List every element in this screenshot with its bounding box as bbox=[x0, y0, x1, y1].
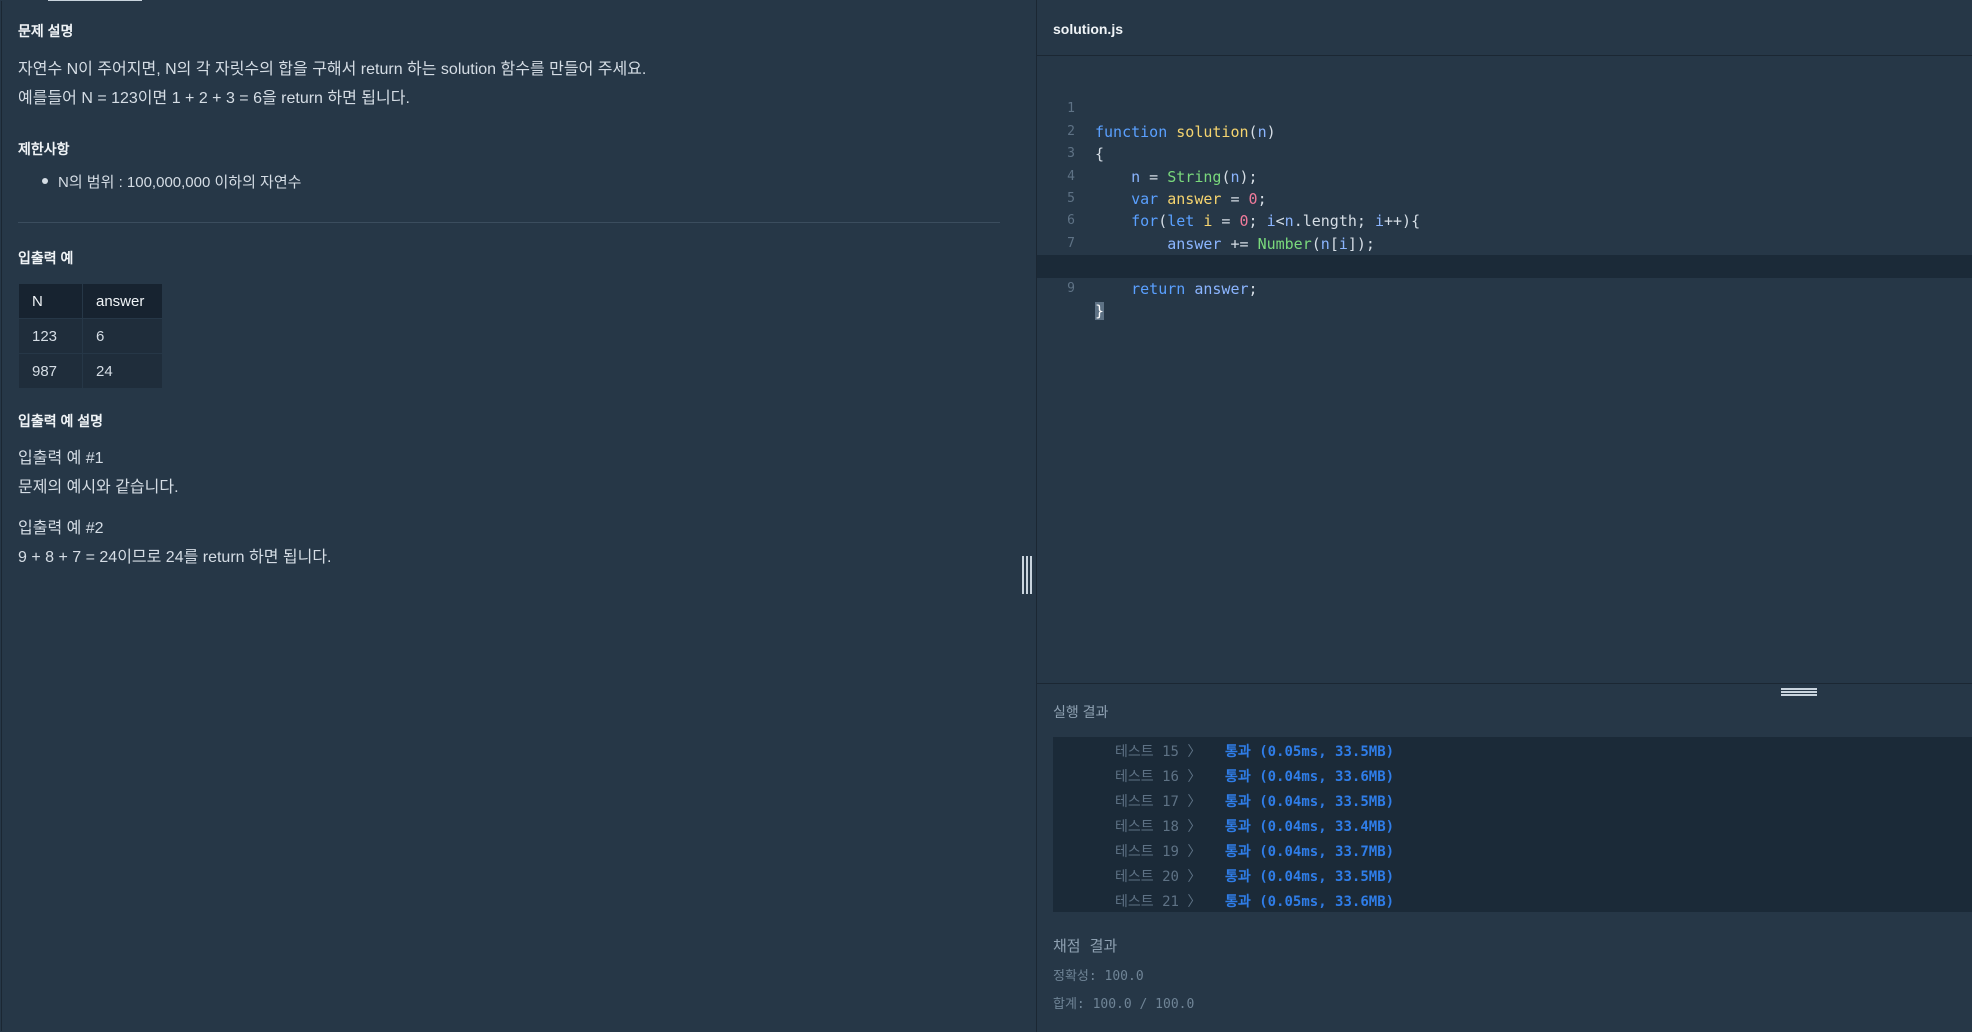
code-line[interactable]: 4 var answer = 0; bbox=[1037, 143, 1972, 208]
example-2-desc: 9 + 8 + 7 = 24이므로 24를 return 하면 됩니다. bbox=[18, 549, 332, 566]
constraint-item: N의 범위 : 100,000,000 이하의 자연수 bbox=[42, 171, 301, 192]
test-result: 통과 (0.04ms, 33.5MB) bbox=[1225, 794, 1395, 810]
panel-resize-handle[interactable] bbox=[1022, 556, 1032, 594]
list-item: 테스트 20 〉 통과 (0.04ms, 33.5MB) bbox=[1053, 865, 1972, 890]
file-name: solution.js bbox=[1053, 21, 1123, 37]
list-item: 테스트 18 〉 통과 (0.04ms, 33.4MB) bbox=[1053, 815, 1972, 840]
result-console[interactable]: 테스트 15 〉 통과 (0.05ms, 33.5MB) 테스트 16 〉 통과 (… bbox=[1053, 737, 1972, 912]
test-result: 통과 (0.04ms, 33.5MB) bbox=[1225, 869, 1395, 885]
test-result: 통과 (0.05ms, 33.5MB) bbox=[1225, 744, 1395, 760]
test-label: 테스트 15 〉 bbox=[1115, 744, 1202, 760]
example-1-desc: 문제의 예시와 같습니다. bbox=[18, 479, 179, 496]
example-1-title: 입출력 예 #1 bbox=[18, 450, 104, 467]
test-label: 테스트 20 〉 bbox=[1115, 869, 1202, 885]
score-section: 채점 결과 정확성: 100.0 합계: 100.0 / 100.0 bbox=[1053, 935, 1194, 1012]
result-resize-handle[interactable] bbox=[1781, 688, 1817, 696]
code-line[interactable]: 6 answer += Number(n[i]); bbox=[1037, 188, 1972, 252]
problem-description: 자연수 N이 주어지면, N의 각 자릿수의 합을 구해서 return 하는 … bbox=[18, 55, 646, 113]
table-header-n: N bbox=[18, 283, 83, 319]
score-total: 합계: 100.0 / 100.0 bbox=[1053, 997, 1195, 1012]
table-cell: 123 bbox=[18, 318, 83, 354]
line-number: 9 bbox=[1067, 280, 1075, 296]
test-result: 통과 (0.04ms, 33.6MB) bbox=[1225, 769, 1395, 785]
table-row: 987 24 bbox=[18, 353, 163, 389]
test-label: 테스트 16 〉 bbox=[1115, 769, 1202, 785]
table-row: 123 6 bbox=[18, 318, 163, 354]
code-editor[interactable]: 1 function solution(n) 2 { 3 n = String(… bbox=[1037, 56, 1972, 683]
io-example-title: 입출력 예 bbox=[18, 250, 74, 266]
table-header-row: N answer bbox=[18, 283, 163, 319]
problem-desc-line-1: 자연수 N이 주어지면, N의 각 자릿수의 합을 구해서 return 하는 … bbox=[18, 61, 647, 78]
test-label: 테스트 19 〉 bbox=[1115, 844, 1202, 860]
table-cell: 24 bbox=[82, 353, 163, 389]
example-2-title: 입출력 예 #2 bbox=[18, 520, 104, 537]
test-label: 테스트 21 〉 bbox=[1115, 894, 1202, 910]
problem-panel: 문제 설명 자연수 N이 주어지면, N의 각 자릿수의 합을 구해서 retu… bbox=[1, 1, 1036, 1031]
problem-title: 문제 설명 bbox=[18, 23, 74, 39]
editor-panel: solution.js 1 function solution(n) 2 { 3… bbox=[1037, 0, 1972, 1032]
result-label: 실행 결과 bbox=[1053, 704, 1109, 720]
list-item: 테스트 17 〉 통과 (0.04ms, 33.5MB) bbox=[1053, 790, 1972, 815]
code-line[interactable]: 3 n = String(n); bbox=[1037, 121, 1972, 185]
section-divider bbox=[18, 222, 1000, 223]
code-line[interactable]: 2 { bbox=[1037, 98, 1972, 163]
table-header-answer: answer bbox=[82, 283, 163, 319]
io-example-table: N answer 123 6 987 24 bbox=[18, 283, 163, 389]
test-result: 통과 (0.04ms, 33.7MB) bbox=[1225, 844, 1395, 860]
code-line[interactable]: 5 for(let i = 0; i<n.length; i++){ bbox=[1037, 166, 1972, 230]
list-item: 테스트 21 〉 통과 (0.05ms, 33.6MB) bbox=[1053, 890, 1972, 915]
code-line[interactable]: 1 function solution(n) bbox=[1037, 76, 1972, 140]
list-item: 테스트 15 〉 통과 (0.05ms, 33.5MB) bbox=[1053, 740, 1972, 765]
constraints-title: 제한사항 bbox=[18, 141, 70, 157]
test-label: 테스트 18 〉 bbox=[1115, 819, 1202, 835]
test-label: 테스트 17 〉 bbox=[1115, 794, 1202, 810]
code-line[interactable]: 8 return answer; bbox=[1037, 233, 1972, 297]
table-cell: 987 bbox=[18, 353, 83, 389]
score-accuracy: 정확성: 100.0 bbox=[1053, 969, 1144, 984]
file-tab[interactable]: solution.js bbox=[1037, 0, 1972, 56]
code-line-active[interactable]: 9 } bbox=[1037, 255, 1972, 320]
constraints-list: N의 범위 : 100,000,000 이하의 자연수 bbox=[42, 171, 301, 192]
list-item: 테스트 19 〉 통과 (0.04ms, 33.7MB) bbox=[1053, 840, 1972, 865]
score-title: 채점 결과 bbox=[1053, 937, 1118, 955]
list-item: 테스트 16 〉 통과 (0.04ms, 33.6MB) bbox=[1053, 765, 1972, 790]
test-result: 통과 (0.05ms, 33.6MB) bbox=[1225, 894, 1395, 910]
code-line[interactable]: 7 } bbox=[1037, 210, 1972, 275]
test-result: 통과 (0.04ms, 33.4MB) bbox=[1225, 819, 1395, 835]
table-cell: 6 bbox=[82, 318, 163, 354]
result-header: 실행 결과 bbox=[1037, 683, 1972, 737]
problem-desc-line-2: 예를들어 N = 123이면 1 + 2 + 3 = 6을 return 하면 … bbox=[18, 90, 410, 107]
io-explanation-title: 입출력 예 설명 bbox=[18, 413, 104, 429]
